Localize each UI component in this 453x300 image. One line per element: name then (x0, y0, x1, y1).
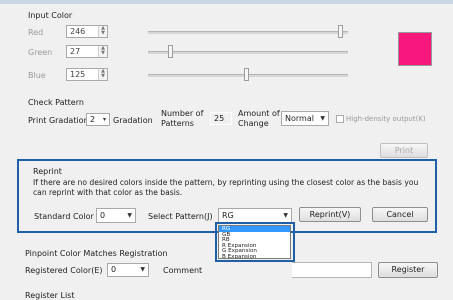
print-gradation-label: Print Gradation (28, 116, 89, 125)
comment-input[interactable] (292, 262, 372, 278)
reprint-description: If there are no desired colors inside th… (33, 178, 419, 197)
registered-color-label: Registered Color(E) (25, 266, 103, 275)
gradation-value: 2 (90, 115, 96, 124)
red-slider-thumb[interactable] (338, 25, 343, 38)
registered-color-value: 0 (111, 265, 117, 274)
red-stepper[interactable]: 246 ▲ ▼ (66, 25, 108, 38)
print-button[interactable]: Print (380, 143, 428, 158)
high-density-label: High-density output(K) (346, 115, 426, 123)
chevron-down-icon: ▼ (283, 212, 288, 219)
amount-of-change-value: Normal (285, 114, 314, 123)
standard-color-value: 0 (100, 211, 106, 220)
chevron-down-icon: ▾ (102, 116, 106, 123)
amount-of-change-select[interactable]: Normal ▼ (281, 111, 329, 126)
gradation-unit-label: Gradation (113, 116, 153, 125)
green-label: Green (28, 48, 53, 57)
blue-slider-thumb[interactable] (244, 68, 249, 81)
blue-down-icon[interactable]: ▼ (100, 74, 106, 79)
register-button[interactable]: Register (378, 262, 438, 278)
pinpoint-title: Pinpoint Color Matches Registration (25, 249, 168, 258)
red-label: Red (28, 28, 44, 37)
chevron-down-icon: ▼ (140, 266, 145, 273)
red-down-icon[interactable]: ▼ (100, 31, 106, 36)
green-value: 27 (70, 47, 81, 56)
registered-color-select[interactable]: 0 ▼ (107, 263, 149, 277)
dropdown-option[interactable]: B Expansion (219, 254, 290, 259)
standard-color-select[interactable]: 0 ▼ (96, 208, 136, 223)
select-pattern-label: Select Pattern(J) (148, 212, 213, 221)
reprint-title: Reprint (33, 167, 62, 176)
green-down-icon[interactable]: ▼ (100, 51, 106, 56)
blue-label: Blue (28, 71, 46, 80)
cancel-button[interactable]: Cancel (372, 207, 428, 222)
red-slider-track[interactable] (148, 31, 348, 34)
chevron-down-icon: ▼ (320, 115, 325, 122)
high-density-checkbox[interactable] (336, 115, 344, 123)
chevron-down-icon: ▼ (127, 212, 132, 219)
register-list-title: Register List (25, 291, 75, 300)
green-stepper[interactable]: 27 ▲ ▼ (66, 45, 108, 58)
amount-of-change-label: Amount of Change (238, 109, 280, 128)
check-pattern-title: Check Pattern (28, 98, 84, 107)
comment-label: Comment (163, 266, 203, 275)
red-value: 246 (70, 27, 86, 36)
select-pattern-dropdown[interactable]: RG GB RB R Expansion G Expansion B Expansion (218, 225, 291, 259)
gradation-select[interactable]: 2 ▾ (86, 113, 110, 126)
color-swatch (398, 32, 432, 66)
blue-stepper[interactable]: 125 ▲ ▼ (66, 68, 108, 81)
green-slider-track[interactable] (148, 51, 348, 54)
number-of-patterns-value: 25 (214, 114, 225, 123)
green-slider-thumb[interactable] (168, 45, 173, 58)
number-of-patterns-input[interactable]: 25 (210, 112, 232, 125)
blue-value: 125 (70, 70, 86, 79)
title-strip (0, 0, 453, 4)
standard-color-label: Standard Color (34, 212, 94, 221)
select-pattern-value: RG (222, 211, 234, 220)
reprint-button[interactable]: Reprint(V) (299, 207, 361, 222)
number-of-patterns-label: Number of Patterns (161, 109, 204, 128)
input-color-title: Input Color (28, 11, 73, 20)
select-pattern-select[interactable]: RG ▼ (218, 208, 292, 223)
